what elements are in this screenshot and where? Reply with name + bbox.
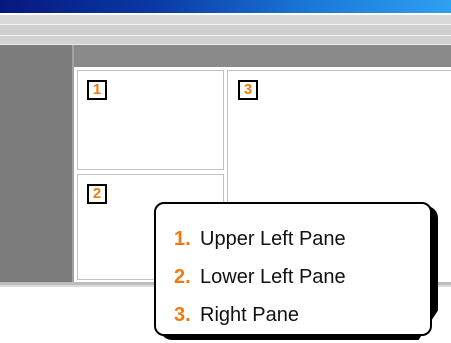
upper-left-pane-badge: 1 bbox=[87, 80, 107, 100]
legend-item-label: Right Pane bbox=[200, 303, 299, 326]
navigation-column bbox=[0, 45, 72, 282]
address-bar bbox=[0, 36, 451, 44]
menu-bar bbox=[0, 15, 451, 24]
navigation-column-edge bbox=[72, 45, 74, 282]
legend-item-lower-left: 2. Lower Left Pane bbox=[174, 258, 430, 296]
pane-legend-callout: 1. Upper Left Pane 2. Lower Left Pane 3.… bbox=[154, 202, 432, 336]
lower-left-pane-badge: 2 bbox=[87, 184, 107, 204]
toolbar bbox=[0, 25, 451, 35]
legend-item-number: 3. bbox=[174, 303, 191, 326]
pane-header-band bbox=[74, 45, 451, 67]
upper-left-pane[interactable]: 1 bbox=[77, 70, 224, 170]
window-titlebar bbox=[0, 0, 451, 13]
legend-item-label: Upper Left Pane bbox=[200, 227, 346, 250]
legend-item-right: 3. Right Pane bbox=[174, 296, 430, 334]
legend-item-number: 2. bbox=[174, 265, 191, 288]
right-pane-badge: 3 bbox=[238, 80, 258, 100]
legend-item-label: Lower Left Pane bbox=[200, 265, 346, 288]
legend-item-number: 1. bbox=[174, 227, 191, 250]
legend-item-upper-left: 1. Upper Left Pane bbox=[174, 220, 430, 258]
